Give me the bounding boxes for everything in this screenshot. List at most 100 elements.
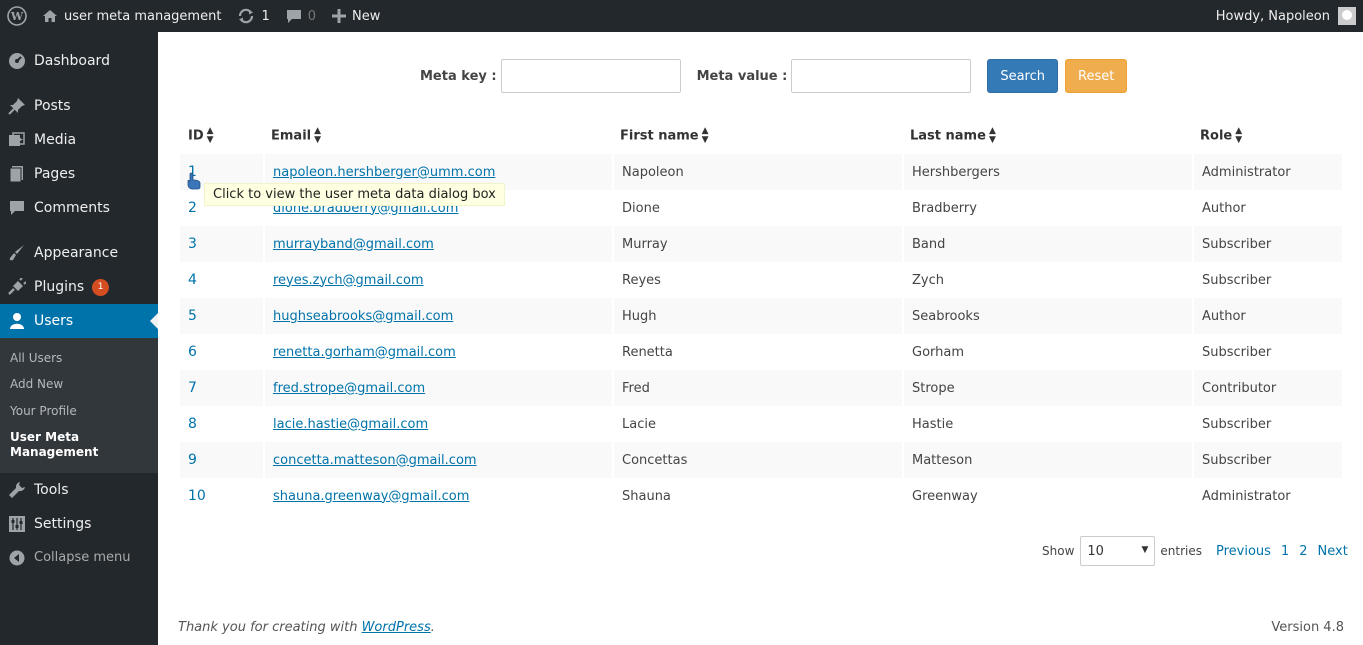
role-cell: Subscriber [1192, 334, 1342, 370]
user-id-link[interactable]: 3 [188, 236, 197, 252]
first-name-cell: Lacie [612, 406, 902, 442]
submenu-your-profile[interactable]: Your Profile [0, 398, 158, 424]
meta-key-label: Meta key : [420, 68, 497, 84]
dashboard-icon [8, 52, 26, 70]
column-header-first-name[interactable]: First name ▲ ▼ [612, 118, 902, 154]
user-email-link[interactable]: lacie.hastie@gmail.com [273, 417, 428, 432]
last-name-cell: Seabrooks [902, 298, 1192, 334]
menu-settings[interactable]: Settings [0, 507, 158, 541]
menu-label: Tools [34, 481, 69, 498]
user-id-link[interactable]: 4 [188, 272, 197, 288]
first-name-cell: Napoleon [612, 154, 902, 190]
meta-value-input[interactable] [791, 59, 972, 93]
menu-appearance[interactable]: Appearance [0, 236, 158, 270]
user-id-link[interactable]: 8 [188, 416, 197, 432]
submenu-add-new[interactable]: Add New [0, 371, 158, 397]
sort-icon: ▲ ▼ [206, 126, 214, 145]
column-header-id[interactable]: ID ▲ ▼ [180, 118, 263, 154]
search-button[interactable]: Search [987, 59, 1059, 93]
table-row: 6 renetta.gorham@gmail.com Renetta Gorha… [180, 334, 1342, 370]
header-label: First name [620, 128, 699, 144]
user-id-link[interactable]: 5 [188, 308, 197, 324]
user-email-link[interactable]: concetta.matteson@gmail.com [273, 453, 477, 468]
meta-key-input[interactable] [500, 59, 681, 93]
comments-link[interactable]: 0 [278, 0, 324, 32]
column-header-email[interactable]: Email ▲ ▼ [263, 118, 612, 154]
column-header-role[interactable]: Role ▲ ▼ [1192, 118, 1342, 154]
user-email-link[interactable]: reyes.zych@gmail.com [273, 273, 424, 288]
new-content-link[interactable]: New [324, 0, 388, 32]
page-1-button[interactable]: 1 [1281, 544, 1289, 559]
meta-value-label: Meta value : [696, 68, 788, 84]
user-email-link[interactable]: napoleon.hershberger@umm.com [273, 165, 495, 180]
user-id-link[interactable]: 9 [188, 452, 197, 468]
sort-icon: ▲ ▼ [314, 126, 322, 145]
role-cell: Subscriber [1192, 262, 1342, 298]
first-name-cell: Fred [612, 370, 902, 406]
tooltip: Click to view the user meta data dialog … [204, 183, 505, 206]
entries-value: 10 [1087, 543, 1104, 559]
table-row: 5 hughseabrooks@gmail.com Hugh Seabrooks… [180, 298, 1342, 334]
wordpress-link[interactable]: WordPress [362, 620, 431, 635]
menu-label: Plugins [34, 279, 85, 295]
admin-bar: W user meta management 1 0 New Howdy, Na… [0, 0, 1363, 32]
menu-tools[interactable]: Tools [0, 473, 158, 507]
user-email-link[interactable]: murrayband@gmail.com [273, 237, 434, 252]
user-email-link[interactable]: hughseabrooks@gmail.com [273, 309, 453, 324]
first-name-cell: Shauna [612, 478, 902, 514]
role-cell: Administrator [1192, 478, 1342, 514]
user-id-link[interactable]: 10 [188, 488, 206, 504]
user-email-link[interactable]: renetta.gorham@gmail.com [273, 345, 456, 360]
menu-pages[interactable]: Pages [0, 157, 158, 191]
first-name-cell: Murray [612, 226, 902, 262]
header-label: ID [188, 128, 204, 144]
reset-button[interactable]: Reset [1065, 59, 1128, 93]
menu-media[interactable]: Media [0, 123, 158, 157]
last-name-cell: Band [902, 226, 1192, 262]
next-page-button[interactable]: Next [1318, 544, 1348, 559]
user-id-link[interactable]: 7 [188, 380, 197, 396]
previous-page-button[interactable]: Previous [1216, 544, 1271, 559]
first-name-cell: Concettas [612, 442, 902, 478]
table-row: 3 murrayband@gmail.com Murray Band Subsc… [180, 226, 1342, 262]
plugins-update-badge: 1 [92, 278, 110, 296]
plus-icon [332, 9, 346, 23]
user-email-link[interactable]: shauna.greenway@gmail.com [273, 489, 469, 504]
site-name-link[interactable]: user meta management [34, 0, 229, 32]
admin-sidebar: Dashboard Posts Media Pages Comments App… [0, 32, 158, 645]
last-name-cell: Hastie [902, 406, 1192, 442]
menu-users[interactable]: Users [0, 304, 158, 338]
menu-plugins[interactable]: Plugins 1 [0, 270, 158, 304]
first-name-cell: Dione [612, 190, 902, 226]
updates-link[interactable]: 1 [229, 0, 277, 32]
table-row: 4 reyes.zych@gmail.com Reyes Zych Subscr… [180, 262, 1342, 298]
submenu-user-meta-management[interactable]: User Meta Management [0, 424, 158, 465]
first-name-cell: Hugh [612, 298, 902, 334]
new-label: New [352, 8, 381, 24]
comments-count: 0 [307, 8, 316, 24]
menu-dashboard[interactable]: Dashboard [0, 44, 158, 78]
my-account[interactable]: Howdy, Napoleon [1208, 0, 1363, 32]
sort-icon: ▲ ▼ [701, 126, 709, 145]
role-cell: Author [1192, 298, 1342, 334]
menu-label: Posts [34, 98, 71, 114]
user-id-link[interactable]: 6 [188, 344, 197, 360]
role-cell: Author [1192, 190, 1342, 226]
entries-label: entries [1160, 544, 1202, 558]
menu-comments[interactable]: Comments [0, 191, 158, 225]
plug-icon [8, 278, 26, 296]
user-id-link[interactable]: 2 [188, 200, 197, 216]
svg-text:W: W [10, 10, 24, 23]
menu-posts[interactable]: Posts [0, 89, 158, 123]
header-label: Email [271, 128, 312, 144]
column-header-last-name[interactable]: Last name ▲ ▼ [902, 118, 1192, 154]
footer-thanks: Thank you for creating with WordPress. [178, 620, 435, 635]
media-icon [8, 131, 26, 149]
user-email-link[interactable]: fred.strope@gmail.com [273, 381, 425, 396]
wordpress-logo-icon[interactable]: W [0, 0, 34, 32]
entries-per-page-select[interactable]: 10 ▼ [1080, 536, 1156, 566]
users-table: ID ▲ ▼ Email ▲ ▼ First name ▲ ▼ Last name ▲ ▼ Ro… [180, 118, 1342, 514]
collapse-menu-button[interactable]: Collapse menu [0, 541, 158, 575]
submenu-all-users[interactable]: All Users [0, 345, 158, 371]
page-2-button[interactable]: 2 [1299, 544, 1307, 559]
